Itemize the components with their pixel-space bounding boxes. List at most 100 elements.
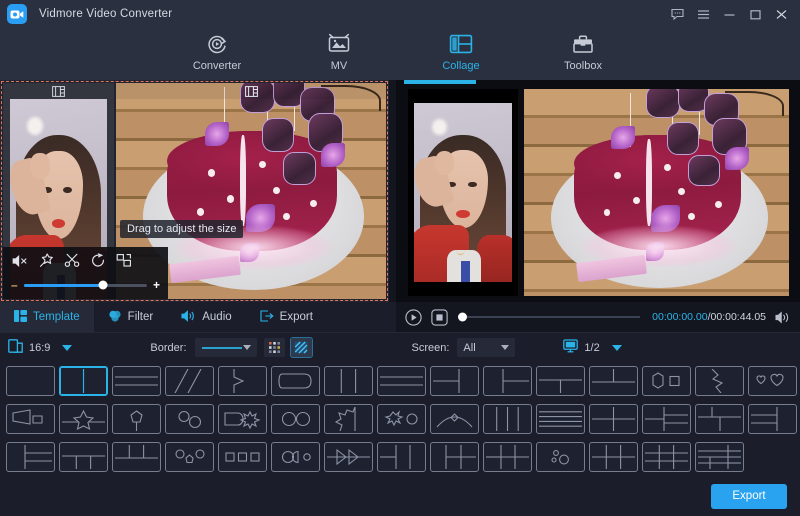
template-lightning-split[interactable] bbox=[695, 366, 744, 396]
template-three-polygons[interactable] bbox=[165, 442, 214, 472]
template-double-arrow-split[interactable] bbox=[324, 442, 373, 472]
mute-icon[interactable] bbox=[12, 254, 29, 273]
screen-select[interactable]: All bbox=[457, 338, 515, 357]
magic-wand-icon[interactable] bbox=[38, 253, 55, 273]
minimize-icon[interactable] bbox=[716, 0, 742, 28]
template-left-band-right-four[interactable] bbox=[483, 442, 532, 472]
player-controls: 00:00:00.00/00:00:44.05 bbox=[396, 302, 800, 332]
collage-icon bbox=[449, 31, 473, 57]
seek-bar[interactable] bbox=[460, 316, 640, 318]
template-two-hearts[interactable] bbox=[748, 366, 797, 396]
template-mixed-grid-eight[interactable] bbox=[695, 442, 744, 472]
border-color-button[interactable] bbox=[264, 338, 285, 357]
template-five-rows[interactable] bbox=[536, 404, 585, 434]
volume-slider-knob[interactable] bbox=[98, 281, 107, 290]
template-left-one-right-stacked[interactable] bbox=[483, 366, 532, 396]
hamburger-menu-icon[interactable] bbox=[690, 0, 716, 28]
nav-item-converter[interactable]: Converter bbox=[177, 28, 257, 72]
template-puzzle-piece-split[interactable] bbox=[324, 404, 373, 434]
border-pattern-button[interactable] bbox=[291, 338, 312, 357]
rotate-icon[interactable] bbox=[90, 253, 107, 273]
template-single-full[interactable] bbox=[6, 366, 55, 396]
tab-audio[interactable]: Audio bbox=[167, 302, 245, 332]
close-icon[interactable] bbox=[768, 0, 794, 28]
template-gear-shapes[interactable] bbox=[377, 404, 426, 434]
template-pentagon-center[interactable] bbox=[112, 404, 161, 434]
template-rounded-inset[interactable] bbox=[271, 366, 320, 396]
template-megaphone-shapes[interactable] bbox=[6, 404, 55, 434]
export-button[interactable]: Export bbox=[711, 484, 787, 509]
filter-icon bbox=[108, 310, 122, 325]
nav-item-toolbox[interactable]: Toolbox bbox=[543, 28, 623, 72]
volume-slider[interactable] bbox=[24, 284, 147, 287]
template-top-band-bottom-three[interactable] bbox=[59, 442, 108, 472]
template-arch-with-flower[interactable] bbox=[430, 404, 479, 434]
chevron-down-icon[interactable] bbox=[612, 345, 622, 351]
volume-decrease-button[interactable]: – bbox=[11, 279, 18, 291]
seek-knob[interactable] bbox=[458, 313, 467, 322]
app-logo-icon bbox=[7, 4, 27, 24]
template-grid bbox=[0, 362, 800, 476]
play-circle-icon[interactable] bbox=[404, 308, 422, 326]
template-hexagon-and-square[interactable] bbox=[642, 366, 691, 396]
collage-editor-panel[interactable]: Drag to adjust the size bbox=[0, 80, 389, 302]
template-left-two-right-one[interactable] bbox=[430, 366, 479, 396]
template-nine-grid[interactable] bbox=[642, 442, 691, 472]
aspect-ratio-value: 16:9 bbox=[29, 342, 50, 354]
screen-label: Screen: bbox=[412, 342, 450, 354]
border-style-select[interactable] bbox=[195, 338, 257, 357]
template-top-band-bottom-two[interactable] bbox=[695, 404, 744, 434]
template-two-horizontal-bands[interactable] bbox=[112, 366, 161, 396]
template-two-vertical-split[interactable] bbox=[59, 366, 108, 396]
maximize-icon[interactable] bbox=[742, 0, 768, 28]
tab-template[interactable]: Template bbox=[0, 302, 94, 332]
template-two-flower-circles[interactable] bbox=[165, 404, 214, 434]
tab-export[interactable]: Export bbox=[246, 302, 327, 332]
template-four-columns[interactable] bbox=[483, 404, 532, 434]
volume-increase-button[interactable]: + bbox=[153, 279, 160, 291]
template-top-three-bottom-band[interactable] bbox=[112, 442, 161, 472]
template-two-circles[interactable] bbox=[271, 404, 320, 434]
toolbox-icon bbox=[571, 31, 595, 57]
template-top-wide-bottom-two[interactable] bbox=[536, 366, 585, 396]
aspect-ratio-icon bbox=[8, 339, 23, 356]
volume-slider-fill bbox=[24, 284, 103, 287]
template-top-two-bottom-wide[interactable] bbox=[589, 366, 638, 396]
template-left-one-right-three-rows[interactable] bbox=[6, 442, 55, 472]
speaker-icon[interactable] bbox=[774, 308, 792, 326]
template-three-columns[interactable] bbox=[324, 366, 373, 396]
nav-label: Collage bbox=[442, 60, 479, 72]
template-circle-moon-dot[interactable] bbox=[271, 442, 320, 472]
aspect-ratio-control[interactable]: 16:9 bbox=[8, 339, 72, 356]
chat-bubble-icon[interactable] bbox=[664, 0, 690, 28]
page-selector[interactable]: 1/2 bbox=[563, 339, 621, 356]
preview-area: Drag to adjust the size bbox=[0, 80, 800, 302]
template-left-stack-right-stack[interactable] bbox=[642, 404, 691, 434]
template-flag-and-sun[interactable] bbox=[218, 404, 267, 434]
chevron-down-icon[interactable] bbox=[501, 345, 509, 350]
tab-filter[interactable]: Filter bbox=[94, 302, 168, 332]
monitor-icon bbox=[563, 339, 578, 356]
template-four-quadrants[interactable] bbox=[589, 404, 638, 434]
nav-item-collage[interactable]: Collage bbox=[421, 28, 501, 72]
template-six-grid[interactable] bbox=[589, 442, 638, 472]
template-diagonal-split[interactable] bbox=[165, 366, 214, 396]
volume-control[interactable]: – + bbox=[3, 275, 168, 295]
tab-label: Template bbox=[33, 311, 80, 323]
template-three-squares[interactable] bbox=[218, 442, 267, 472]
template-star-overlay-band[interactable] bbox=[59, 404, 108, 434]
stop-square-icon[interactable] bbox=[430, 308, 448, 326]
scissors-icon[interactable] bbox=[64, 253, 81, 273]
chevron-down-icon[interactable] bbox=[243, 345, 251, 350]
clip-edit-toolbar[interactable]: – + bbox=[3, 247, 168, 299]
preview-cell-2 bbox=[524, 89, 789, 296]
chevron-down-icon[interactable] bbox=[62, 345, 72, 351]
template-left-rows-right-one[interactable] bbox=[748, 404, 797, 434]
template-three-bubbles[interactable] bbox=[536, 442, 585, 472]
crop-icon[interactable] bbox=[116, 253, 133, 273]
template-arrow-notch-split[interactable] bbox=[218, 366, 267, 396]
template-left-split-right-columns[interactable] bbox=[377, 442, 426, 472]
template-left-one-right-four[interactable] bbox=[430, 442, 479, 472]
template-three-rows[interactable] bbox=[377, 366, 426, 396]
nav-item-mv[interactable]: MV bbox=[299, 28, 379, 72]
